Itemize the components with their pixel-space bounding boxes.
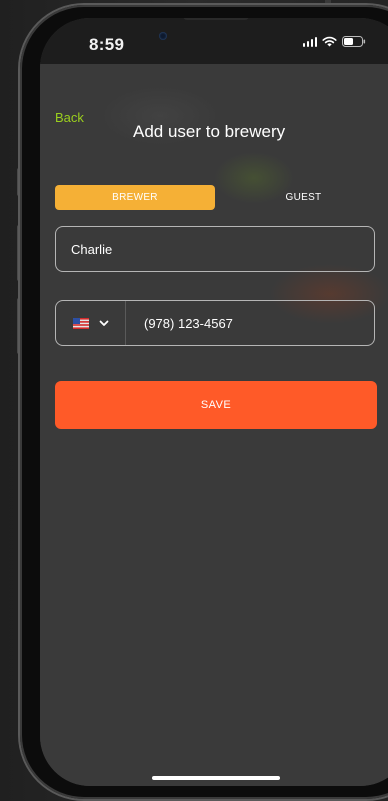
- us-flag-icon: [72, 317, 89, 329]
- front-camera-icon: [159, 32, 167, 40]
- wifi-icon: [322, 36, 337, 47]
- name-input-value: Charlie: [71, 241, 113, 257]
- phone-screen: 8:59 Back Add user to brewery BREWER GUE…: [40, 18, 388, 786]
- home-indicator[interactable]: [152, 776, 280, 780]
- save-button[interactable]: SAVE: [55, 381, 377, 429]
- battery-icon: [342, 36, 366, 47]
- country-code-picker[interactable]: [56, 301, 126, 345]
- role-toggle: BREWER GUEST: [55, 185, 377, 210]
- speaker-slot: [183, 18, 249, 20]
- name-input[interactable]: Charlie: [55, 226, 375, 272]
- phone-number-input[interactable]: (978) 123-4567: [126, 316, 233, 331]
- chevron-down-icon: [99, 320, 109, 327]
- status-time: 8:59: [89, 35, 125, 54]
- status-bar: 8:59: [40, 18, 388, 64]
- status-icons: [302, 36, 367, 47]
- back-button[interactable]: Back: [55, 110, 84, 125]
- add-user-view: Back Add user to brewery BREWER GUEST Ch…: [40, 64, 388, 786]
- role-option-brewer[interactable]: BREWER: [55, 185, 215, 210]
- role-option-guest[interactable]: GUEST: [230, 185, 377, 210]
- device-mockup: 8:59 Back Add user to brewery BREWER GUE…: [0, 0, 388, 801]
- phone-number-field: (978) 123-4567: [55, 300, 375, 346]
- signal-icon: [302, 36, 317, 47]
- page-title: Add user to brewery: [133, 122, 286, 141]
